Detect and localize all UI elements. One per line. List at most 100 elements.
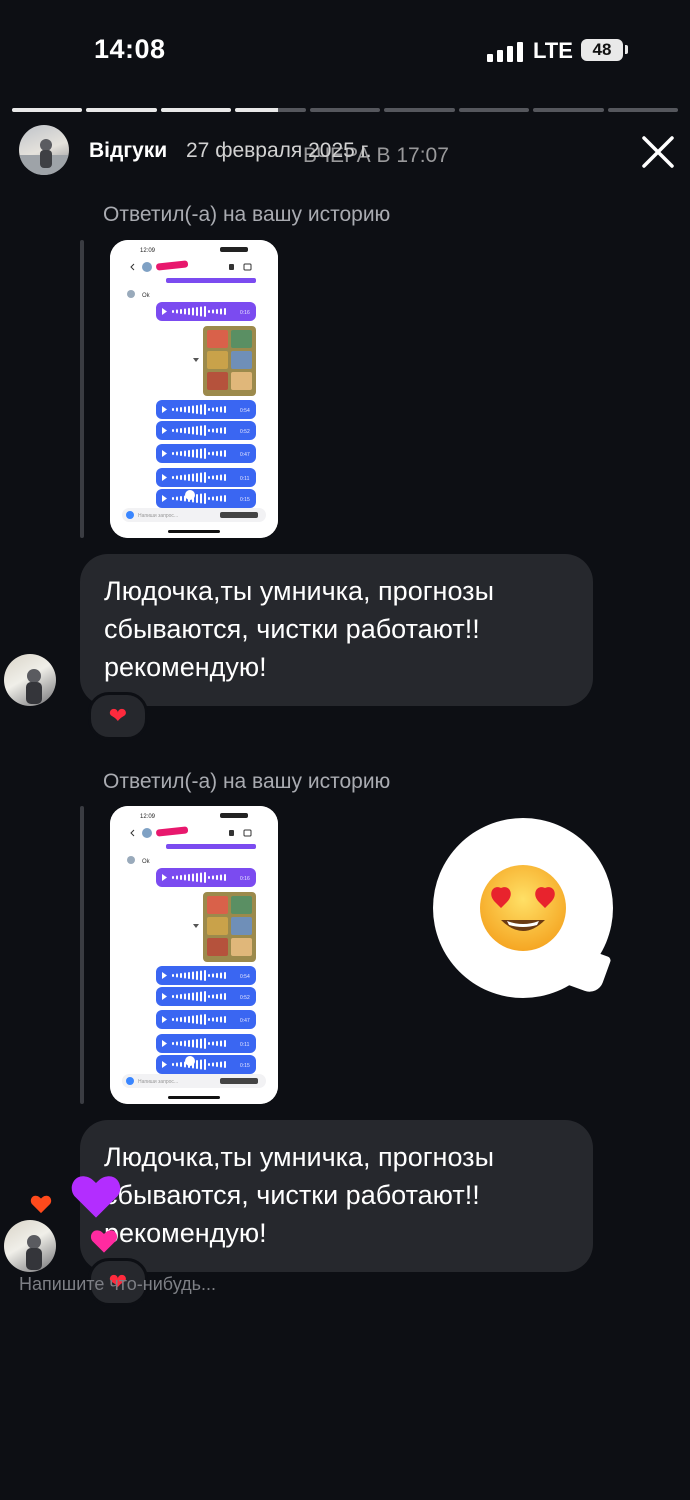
waveform-bar <box>220 450 222 457</box>
thumbnail-photo-tile <box>231 351 252 369</box>
waveform-bar <box>224 1016 226 1023</box>
waveform-bar <box>204 425 206 436</box>
story-thumbnail[interactable]: 12:09 Ok 0:16 0:54 0:52 0:47 0:11 0:15 Напиши за… <box>110 806 278 1104</box>
waveform-bar <box>216 973 218 978</box>
waveform-bar <box>176 451 178 456</box>
message-bubble[interactable]: Людочка,ты умничка, прогнозы сбываются, … <box>80 1120 593 1272</box>
waveform-bar <box>208 408 210 411</box>
sender-avatar[interactable] <box>4 1220 56 1272</box>
waveform-bar <box>216 407 218 412</box>
waveform-bar <box>216 428 218 433</box>
thumbnail-message <box>166 844 256 849</box>
thumbnail-voice-duration: 0:11 <box>240 1042 250 1048</box>
waveform-bar <box>220 495 222 502</box>
story-progress-segment <box>86 108 157 112</box>
waveform-bar <box>172 1042 174 1045</box>
waveform-bar <box>184 874 186 881</box>
waveform-bar <box>196 1015 198 1024</box>
waveform-bar <box>212 309 214 314</box>
waveform-bar <box>180 994 182 999</box>
waveform-bar <box>212 1062 214 1067</box>
emoji-sticker[interactable] <box>433 818 613 998</box>
thumbnail-scroll-down-icon <box>185 490 195 500</box>
waveform-bar <box>184 427 186 434</box>
waveform-bar <box>180 875 182 880</box>
waveform-bar <box>196 1039 198 1048</box>
heart-reaction[interactable]: ❤ <box>88 692 148 740</box>
thumbnail-voice-duration: 0:52 <box>240 995 250 1001</box>
waveform-bar <box>180 1017 182 1022</box>
waveform-bar <box>184 972 186 979</box>
thumbnail-input-icons <box>220 1078 258 1084</box>
waveform-bar <box>212 428 214 433</box>
waveform-bar <box>212 1017 214 1022</box>
waveform-bar <box>224 993 226 1000</box>
waveform-bar <box>172 476 174 479</box>
waveform-bar <box>200 970 202 981</box>
waveform-bar <box>200 872 202 883</box>
waveform-bar <box>180 1041 182 1046</box>
battery-icon: 48 <box>581 39 623 61</box>
waveform-bar <box>188 972 190 979</box>
story-progress <box>12 108 678 112</box>
waveform-bar <box>188 1016 190 1023</box>
waveform-bar <box>184 993 186 1000</box>
waveform-bar <box>220 427 222 434</box>
waveform-bar <box>196 405 198 414</box>
sender-avatar[interactable] <box>4 654 56 706</box>
message-bubble[interactable]: Людочка,ты умничка, прогнозы сбываются, … <box>80 554 593 706</box>
waveform-bar <box>224 406 226 413</box>
thumbnail-photo-tile <box>231 938 252 956</box>
waveform-bar <box>192 449 194 458</box>
story-author-name[interactable]: Відгуки <box>89 139 167 163</box>
thumbnail-voice-duration: 0:15 <box>240 497 250 503</box>
thumbnail-voice-duration: 0:15 <box>240 1063 250 1069</box>
waveform-bar <box>184 1016 186 1023</box>
waveform-bar <box>216 994 218 999</box>
waveform-bar <box>200 1014 202 1025</box>
waveform-bar <box>212 994 214 999</box>
reply-indicator-bar <box>80 240 84 538</box>
waveform-bar <box>192 992 194 1001</box>
heart-eyes-emoji-icon <box>480 865 566 951</box>
story-progress-segment <box>607 108 678 112</box>
thumbnail-message-text: Ok <box>142 859 151 865</box>
message-input[interactable]: Напишите что-нибудь... <box>19 1274 216 1295</box>
waveform-bar <box>200 493 202 504</box>
close-icon[interactable] <box>640 134 676 170</box>
reply-indicator-bar <box>80 806 84 1104</box>
waveform-bar <box>224 474 226 481</box>
floating-heart-icon <box>30 1195 52 1214</box>
story-thumbnail[interactable]: 12:09 Ok 0:16 0:54 0:52 0:47 0:11 0:15 Напиши за… <box>110 240 278 538</box>
network-type: LTE <box>533 38 573 63</box>
waveform-bar <box>216 1041 218 1046</box>
waveform-bar <box>192 405 194 414</box>
waveform-bar <box>200 991 202 1002</box>
waveform-bar <box>172 452 174 455</box>
thumbnail-scroll-down-icon <box>185 1056 195 1066</box>
waveform-bar <box>172 974 174 977</box>
thumbnail-message-text: Ok <box>142 293 151 299</box>
waveform-bar <box>200 1038 202 1049</box>
waveform-bar <box>184 308 186 315</box>
waveform-bar <box>216 451 218 456</box>
thumbnail-photo-tile <box>231 896 252 914</box>
waveform-bar <box>224 427 226 434</box>
thumbnail-photo-tile <box>207 351 228 369</box>
story-progress-segment <box>458 108 530 112</box>
waveform-bar <box>176 407 178 412</box>
thumbnail-status-icons <box>220 813 248 818</box>
waveform-bar <box>224 874 226 881</box>
story-author-avatar[interactable] <box>19 125 69 175</box>
waveform-bar <box>180 973 182 978</box>
floating-heart-icon <box>90 1230 118 1253</box>
waveform-bar <box>224 308 226 315</box>
waveform-bar <box>208 476 210 479</box>
thumbnail-photo-tile <box>207 917 228 935</box>
waveform-bar <box>192 873 194 882</box>
thumbnail-voice-duration: 0:16 <box>240 876 250 882</box>
thumbnail-time: 12:09 <box>140 248 156 254</box>
waveform-bar <box>176 496 178 501</box>
waveform-bar <box>208 995 210 998</box>
waveform-bar <box>180 407 182 412</box>
